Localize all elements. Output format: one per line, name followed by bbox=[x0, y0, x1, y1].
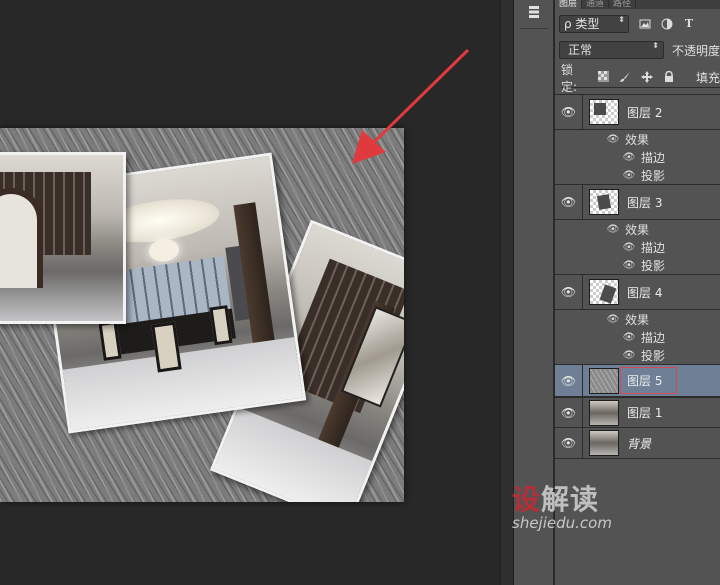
adjustment-filter-icon[interactable] bbox=[661, 18, 673, 30]
effect-drop-shadow[interactable]: 👁 投影 bbox=[555, 346, 720, 364]
eye-icon[interactable]: 👁 bbox=[621, 170, 637, 181]
effect-stroke[interactable]: 👁 描边 bbox=[555, 328, 720, 346]
effects-row[interactable]: 👁 效果 bbox=[555, 310, 720, 328]
layer-group-2: 👁 图层 2 👁 效果 👁 描边 👁 投影 bbox=[555, 95, 720, 185]
layer-row-background[interactable]: 👁 背景 bbox=[555, 428, 720, 459]
lock-label: 锁定: bbox=[561, 62, 578, 94]
layer-comps-icon[interactable] bbox=[524, 4, 544, 24]
opacity-label: 不透明度 bbox=[671, 43, 720, 58]
panel-dock-toolbar bbox=[514, 0, 554, 585]
image-filter-icon[interactable] bbox=[639, 18, 651, 30]
eye-icon[interactable]: 👁 bbox=[555, 398, 583, 427]
layer-row[interactable]: 👁 图层 3 bbox=[555, 185, 720, 220]
effects-row[interactable]: 👁 效果 bbox=[555, 220, 720, 238]
eye-icon[interactable]: 👁 bbox=[555, 365, 583, 396]
effects-label: 效果 bbox=[625, 222, 650, 237]
eye-icon[interactable]: 👁 bbox=[621, 260, 637, 271]
layer-row-selected[interactable]: 👁 图层 5 bbox=[555, 365, 720, 397]
tab-layers[interactable]: 图层 bbox=[555, 0, 583, 9]
layers-panel: 图层 通道 路径 ρ 类型 ⬍ T 正常 ⬍ 不透明度 锁定: 填充 👁 图层 … bbox=[555, 0, 720, 585]
filter-type-label: ρ 类型 bbox=[564, 17, 600, 31]
layer-name[interactable]: 图层 2 bbox=[627, 104, 662, 121]
layer-thumbnail bbox=[589, 99, 619, 125]
fill-label: 填充 bbox=[696, 71, 720, 85]
photo-frame-left[interactable] bbox=[0, 152, 126, 324]
layer-thumbnail bbox=[589, 279, 619, 305]
effect-drop-shadow[interactable]: 👁 投影 bbox=[555, 256, 720, 274]
eye-icon[interactable]: 👁 bbox=[555, 275, 583, 309]
effects-row[interactable]: 👁 效果 bbox=[555, 130, 720, 148]
arched-doorway bbox=[0, 188, 43, 288]
layers-list: 👁 图层 2 👁 效果 👁 描边 👁 投影 👁 图层 3 👁 效果 👁 描边 👁 投影 👁 bbox=[555, 94, 720, 459]
blend-row: 正常 ⬍ 不透明度 bbox=[559, 40, 720, 60]
eye-icon[interactable]: 👁 bbox=[621, 242, 637, 253]
tab-paths[interactable]: 路径 bbox=[609, 0, 637, 9]
lock-transparency-icon[interactable] bbox=[597, 70, 611, 85]
panel-tabs: 图层 通道 路径 bbox=[555, 0, 720, 9]
layer-row[interactable]: 👁 图层 4 bbox=[555, 275, 720, 310]
eye-icon[interactable]: 👁 bbox=[555, 185, 583, 219]
effect-label: 描边 bbox=[641, 330, 666, 345]
effect-label: 投影 bbox=[641, 348, 666, 363]
document-canvas[interactable] bbox=[0, 128, 404, 502]
blend-mode-label: 正常 bbox=[568, 43, 593, 57]
layer-name[interactable]: 图层 1 bbox=[627, 404, 662, 421]
layer-name[interactable]: 背景 bbox=[627, 435, 651, 452]
layer-row[interactable]: 👁 图层 1 bbox=[555, 397, 720, 428]
layer-name[interactable]: 图层 4 bbox=[627, 284, 662, 301]
layer-group-3: 👁 图层 3 👁 效果 👁 描边 👁 投影 bbox=[555, 185, 720, 275]
lock-row: 锁定: 填充 bbox=[561, 63, 720, 94]
layer-thumbnail bbox=[589, 430, 619, 456]
layer-thumbnail bbox=[589, 189, 619, 215]
filter-row: ρ 类型 ⬍ T bbox=[559, 14, 720, 34]
lock-brush-icon[interactable] bbox=[619, 71, 633, 85]
effect-label: 描边 bbox=[641, 150, 666, 165]
effects-label: 效果 bbox=[625, 132, 650, 147]
layer-name[interactable]: 图层 3 bbox=[627, 194, 662, 211]
type-filter-icon[interactable]: T bbox=[683, 18, 695, 30]
effect-drop-shadow[interactable]: 👁 投影 bbox=[555, 166, 720, 184]
blend-mode-select[interactable]: 正常 ⬍ bbox=[559, 41, 664, 59]
select-arrows-icon: ⬍ bbox=[652, 41, 659, 50]
filter-type-select[interactable]: ρ 类型 ⬍ bbox=[559, 15, 629, 33]
effect-label: 投影 bbox=[641, 168, 666, 183]
eye-icon[interactable]: 👁 bbox=[621, 350, 637, 361]
layer-name[interactable]: 图层 5 bbox=[620, 367, 678, 394]
layer-row[interactable]: 👁 图层 2 bbox=[555, 95, 720, 130]
eye-icon[interactable]: 👁 bbox=[555, 95, 583, 129]
layer-thumbnail bbox=[589, 399, 619, 426]
toolbar-divider bbox=[520, 28, 548, 29]
effect-label: 投影 bbox=[641, 258, 666, 273]
effect-stroke[interactable]: 👁 描边 bbox=[555, 238, 720, 256]
eye-icon[interactable]: 👁 bbox=[605, 224, 621, 235]
lock-all-icon[interactable] bbox=[662, 70, 676, 85]
effect-label: 描边 bbox=[641, 240, 666, 255]
eye-icon[interactable]: 👁 bbox=[605, 134, 621, 145]
tab-channels[interactable]: 通道 bbox=[582, 0, 610, 9]
lock-move-icon[interactable] bbox=[640, 70, 654, 85]
eye-icon[interactable]: 👁 bbox=[621, 332, 637, 343]
effect-stroke[interactable]: 👁 描边 bbox=[555, 148, 720, 166]
layer-group-4: 👁 图层 4 👁 效果 👁 描边 👁 投影 bbox=[555, 275, 720, 365]
layer-thumbnail bbox=[589, 367, 619, 394]
effects-label: 效果 bbox=[625, 312, 650, 327]
eye-icon[interactable]: 👁 bbox=[555, 428, 583, 458]
select-arrows-icon: ⬍ bbox=[618, 15, 625, 24]
panel-gutter bbox=[500, 0, 514, 585]
eye-icon[interactable]: 👁 bbox=[605, 314, 621, 325]
eye-icon[interactable]: 👁 bbox=[621, 152, 637, 163]
document-workspace[interactable] bbox=[0, 0, 500, 585]
